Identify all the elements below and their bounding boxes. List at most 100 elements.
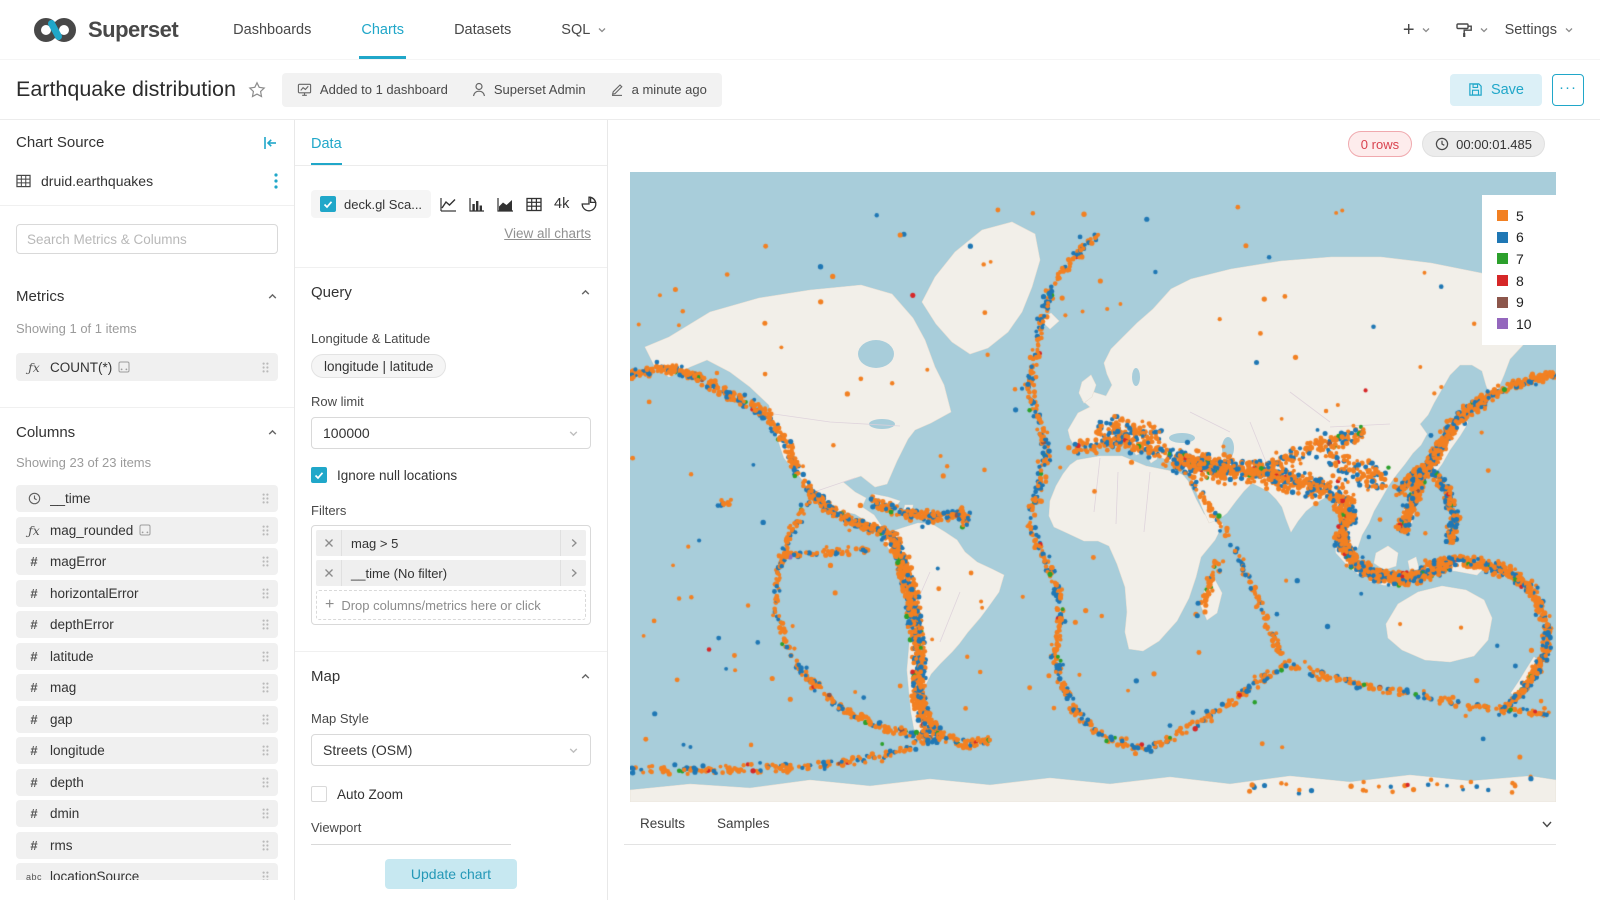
viz-type-selected[interactable]: deck.gl Sca... — [311, 190, 431, 218]
last-modified-badge[interactable]: a minute ago — [610, 82, 707, 97]
view-all-charts-link[interactable]: View all charts — [311, 226, 591, 241]
checkbox-checked-icon[interactable] — [311, 467, 327, 483]
legend-swatch — [1497, 232, 1508, 243]
legend-item[interactable]: 6 — [1497, 227, 1556, 249]
search-input[interactable] — [16, 224, 278, 254]
user-icon — [472, 82, 486, 97]
drag-handle-icon[interactable] — [262, 714, 269, 725]
column-item[interactable]: # magError — [16, 548, 278, 575]
drag-handle-icon[interactable] — [262, 682, 269, 693]
superset-logo[interactable]: Superset — [33, 15, 178, 45]
column-item[interactable]: __time — [16, 485, 278, 512]
big-number-4k-icon[interactable]: 4k — [554, 196, 569, 212]
bar-chart-icon[interactable] — [469, 197, 485, 212]
column-item[interactable]: # horizontalError — [16, 580, 278, 607]
chart-area: 0 rows 00:00:01.485 — [609, 120, 1600, 900]
map-style-select[interactable]: Streets (OSM) — [311, 734, 591, 766]
legend-item[interactable]: 9 — [1497, 291, 1556, 313]
drag-handle-icon[interactable] — [262, 556, 269, 567]
column-item[interactable]: # depth — [16, 769, 278, 796]
table-chart-icon[interactable] — [526, 197, 542, 212]
drag-handle-icon[interactable] — [262, 808, 269, 819]
more-options-button[interactable]: ··· — [1552, 74, 1584, 106]
drag-handle-icon[interactable] — [262, 588, 269, 599]
datasource-sidebar: Chart Source druid.earthquakes Metrics S… — [0, 120, 295, 900]
nav-item-dashboards[interactable]: Dashboards — [215, 0, 329, 59]
certified-badge-icon — [118, 361, 130, 373]
checkbox-unchecked-icon[interactable] — [311, 786, 327, 802]
column-label: __time — [50, 491, 91, 506]
column-item[interactable]: abc locationSource — [16, 863, 278, 880]
column-item[interactable]: # depthError — [16, 611, 278, 638]
plus-icon: + — [325, 596, 334, 614]
favorite-star-icon[interactable] — [248, 81, 266, 99]
query-section-header[interactable]: Query — [311, 284, 591, 301]
auto-zoom-checkbox-row[interactable]: Auto Zoom — [311, 786, 591, 802]
chart-meta-bar: Added to 1 dashboard Superset Admin a mi… — [282, 73, 722, 107]
filter-drop-zone[interactable]: + Drop columns/metrics here or click — [316, 590, 586, 620]
lonlat-value-pill[interactable]: longitude | latitude — [311, 354, 446, 378]
legend-item[interactable]: 8 — [1497, 270, 1556, 292]
drag-handle-icon[interactable] — [262, 777, 269, 788]
column-item[interactable]: # gap — [16, 706, 278, 733]
nav-item-sql[interactable]: SQL — [543, 0, 625, 59]
ignore-null-checkbox-row[interactable]: Ignore null locations — [311, 467, 591, 483]
remove-filter-icon[interactable] — [316, 530, 342, 556]
save-button[interactable]: Save — [1450, 74, 1542, 106]
drag-handle-icon[interactable] — [262, 619, 269, 630]
drag-handle-icon[interactable] — [262, 651, 269, 662]
drag-handle-icon[interactable] — [262, 840, 269, 851]
viewport-control[interactable]: Viewport — [311, 820, 511, 845]
pie-chart-icon[interactable] — [581, 196, 597, 212]
tab-data[interactable]: Data — [311, 136, 342, 165]
row-limit-select[interactable]: 100000 — [311, 417, 591, 449]
map-section-header[interactable]: Map — [311, 668, 591, 685]
column-item[interactable]: ƒx mag_rounded — [16, 517, 278, 544]
deckgl-scatter-map[interactable]: 5678910 — [630, 172, 1556, 802]
nav-item-datasets[interactable]: Datasets — [436, 0, 529, 59]
column-label: latitude — [50, 649, 94, 664]
clock-icon — [1435, 137, 1449, 151]
column-type-icon: # — [25, 743, 43, 758]
column-item[interactable]: # dmin — [16, 800, 278, 827]
update-chart-button[interactable]: Update chart — [385, 859, 517, 889]
area-chart-icon[interactable] — [497, 197, 514, 212]
collapse-sidebar-icon[interactable] — [262, 136, 278, 150]
expand-filter-icon[interactable] — [560, 530, 586, 556]
legend-item[interactable]: 10 — [1497, 313, 1556, 335]
dataset-name[interactable]: druid.earthquakes — [41, 173, 274, 189]
column-item[interactable]: # latitude — [16, 643, 278, 670]
drag-handle-icon[interactable] — [262, 745, 269, 756]
expand-filter-icon[interactable] — [560, 560, 586, 586]
viz-type-row: deck.gl Sca... 4k — [311, 190, 591, 218]
owner-badge[interactable]: Superset Admin — [472, 82, 586, 97]
remove-filter-icon[interactable] — [316, 560, 342, 586]
settings-menu[interactable]: Settings — [1505, 22, 1574, 38]
drag-handle-icon[interactable] — [262, 871, 269, 880]
drag-handle-icon[interactable] — [262, 493, 269, 504]
nav-item-charts[interactable]: Charts — [343, 0, 422, 59]
tab-results[interactable]: Results — [640, 816, 685, 831]
drag-handle-icon[interactable] — [262, 362, 269, 373]
metric-item[interactable]: ƒx COUNT(*) — [16, 353, 278, 381]
dashboards-badge[interactable]: Added to 1 dashboard — [297, 82, 448, 97]
column-item[interactable]: # rms — [16, 832, 278, 859]
column-item[interactable]: # longitude — [16, 737, 278, 764]
filter-item[interactable]: __time (No filter) — [316, 560, 586, 586]
legend-item[interactable]: 7 — [1497, 248, 1556, 270]
alerts-menu-button[interactable] — [1447, 22, 1497, 38]
legend-swatch — [1497, 297, 1508, 308]
collapse-results-chevron-icon[interactable] — [1540, 817, 1554, 831]
line-chart-icon[interactable] — [440, 197, 457, 212]
legend-item[interactable]: 5 — [1497, 205, 1556, 227]
columns-section-header[interactable]: Columns — [16, 424, 278, 441]
filter-item[interactable]: mag > 5 — [316, 530, 586, 556]
drag-handle-icon[interactable] — [262, 525, 269, 536]
divider — [0, 205, 294, 206]
metrics-section-header[interactable]: Metrics — [16, 288, 278, 305]
dataset-options-kebab-icon[interactable] — [274, 173, 278, 189]
legend-swatch — [1497, 275, 1508, 286]
column-item[interactable]: # mag — [16, 674, 278, 701]
tab-samples[interactable]: Samples — [717, 816, 770, 831]
new-item-button[interactable]: + — [1395, 20, 1439, 40]
